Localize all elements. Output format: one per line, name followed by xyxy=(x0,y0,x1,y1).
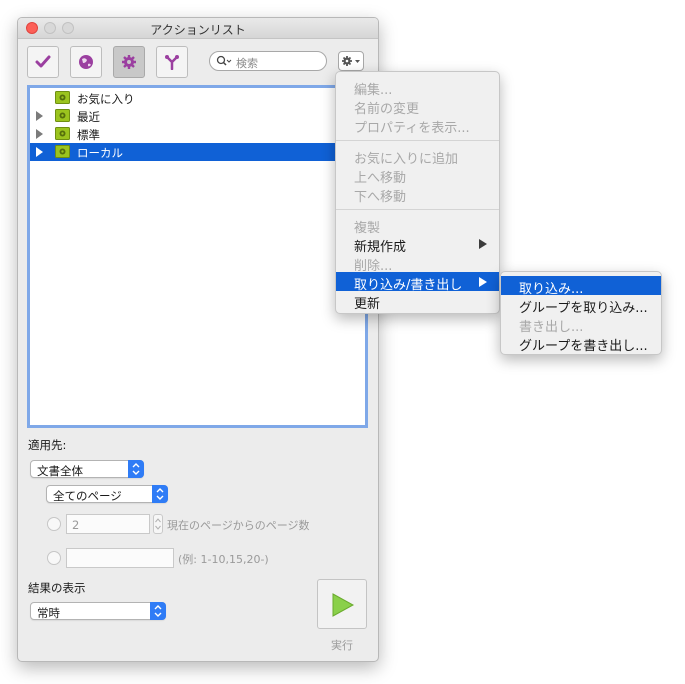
scope-value: 文書全体 xyxy=(37,464,83,478)
search-placeholder: 検索 xyxy=(236,57,258,70)
menu-item-add-favorite[interactable]: お気に入りに追加 xyxy=(336,146,499,167)
run-button[interactable] xyxy=(317,579,367,629)
tree-row-recent[interactable]: 最近 xyxy=(30,107,365,125)
search-field[interactable]: 検索 xyxy=(209,51,327,71)
action-list-window: アクションリスト 検索 お気に入り 最近 標準 ローカル 適用先: 文書全体 全… xyxy=(17,17,379,662)
page-count-field[interactable]: 2 xyxy=(66,514,150,534)
tree-row-standard[interactable]: 標準 xyxy=(30,125,365,143)
action-tree[interactable]: お気に入り 最近 標準 ローカル xyxy=(27,85,368,428)
play-icon xyxy=(332,593,355,617)
submenu-item-import[interactable]: 取り込み... xyxy=(501,276,661,297)
folder-icon xyxy=(55,91,70,104)
menu-separator xyxy=(336,140,499,141)
menu-item-edit[interactable]: 編集... xyxy=(336,77,499,98)
run-label: 実行 xyxy=(331,639,353,652)
disclosure-triangle-icon[interactable] xyxy=(36,147,43,157)
search-icon xyxy=(216,55,232,66)
menu-item-new[interactable]: 新規作成 xyxy=(336,234,499,255)
disclosure-triangle-icon[interactable] xyxy=(36,129,43,139)
menu-item-properties[interactable]: プロパティを表示... xyxy=(336,115,499,136)
disclosure-triangle-icon[interactable] xyxy=(36,111,43,121)
menu-item-delete[interactable]: 削除... xyxy=(336,253,499,274)
menu-item-import-export[interactable]: 取り込み/書き出し xyxy=(336,272,499,293)
results-value: 常時 xyxy=(37,606,60,620)
popup-arrows-icon xyxy=(150,602,166,620)
branch-icon xyxy=(165,55,179,70)
page-count-stepper[interactable] xyxy=(153,514,163,534)
tree-row-local[interactable]: ローカル xyxy=(30,143,365,161)
submenu-item-export-group[interactable]: グループを書き出し... xyxy=(501,333,661,354)
title-bar: アクションリスト xyxy=(18,18,378,39)
gear-icon xyxy=(122,55,136,69)
popup-arrows-icon xyxy=(128,460,144,478)
menu-item-refresh[interactable]: 更新 xyxy=(336,291,499,312)
menu-item-rename[interactable]: 名前の変更 xyxy=(336,96,499,117)
checkmark-icon xyxy=(35,55,51,68)
submenu-arrow-icon xyxy=(479,277,487,287)
branch-tool-button[interactable] xyxy=(156,46,188,78)
tree-label: お気に入り xyxy=(77,92,135,106)
scope-popup[interactable]: 文書全体 xyxy=(30,460,144,478)
submenu-item-export[interactable]: 書き出し... xyxy=(501,314,661,335)
import-export-submenu: 取り込み... グループを取り込み... 書き出し... グループを書き出し..… xyxy=(500,271,662,355)
globe-icon xyxy=(79,55,93,69)
window-title: アクションリスト xyxy=(150,23,246,37)
results-label: 結果の表示 xyxy=(28,581,86,595)
context-menu: 編集... 名前の変更 プロパティを表示... お気に入りに追加 上へ移動 下へ… xyxy=(335,71,500,314)
folder-icon xyxy=(55,127,70,140)
page-range-radio[interactable] xyxy=(47,551,61,565)
pages-value: 全てのページ xyxy=(53,489,122,503)
page-range-hint: (例: 1-10,15,20-) xyxy=(178,553,269,566)
action-menu-button[interactable] xyxy=(338,51,364,71)
folder-icon xyxy=(55,145,70,158)
menu-item-move-up[interactable]: 上へ移動 xyxy=(336,165,499,186)
tree-label: 標準 xyxy=(77,128,100,142)
menu-item-move-down[interactable]: 下へ移動 xyxy=(336,184,499,205)
pages-popup[interactable]: 全てのページ xyxy=(46,485,168,503)
results-popup[interactable]: 常時 xyxy=(30,602,166,620)
page-count-value: 2 xyxy=(72,518,80,532)
tree-label: ローカル xyxy=(77,146,123,160)
apply-to-label: 適用先: xyxy=(28,438,67,452)
page-range-field[interactable] xyxy=(66,548,174,568)
menu-separator xyxy=(336,209,499,210)
submenu-arrow-icon xyxy=(479,239,487,249)
gear-tool-button[interactable] xyxy=(113,46,145,78)
globe-tool-button[interactable] xyxy=(70,46,102,78)
tree-label: 最近 xyxy=(77,110,100,124)
popup-arrows-icon xyxy=(152,485,168,503)
submenu-item-import-group[interactable]: グループを取り込み... xyxy=(501,295,661,316)
page-count-radio[interactable] xyxy=(47,517,61,531)
checkmark-tool-button[interactable] xyxy=(27,46,59,78)
folder-icon xyxy=(55,109,70,122)
tree-row-favorites[interactable]: お気に入り xyxy=(30,89,365,107)
page-count-suffix: 現在のページからのページ数 xyxy=(167,519,310,532)
menu-item-duplicate[interactable]: 複製 xyxy=(336,215,499,236)
gear-menu-icon xyxy=(342,56,360,66)
